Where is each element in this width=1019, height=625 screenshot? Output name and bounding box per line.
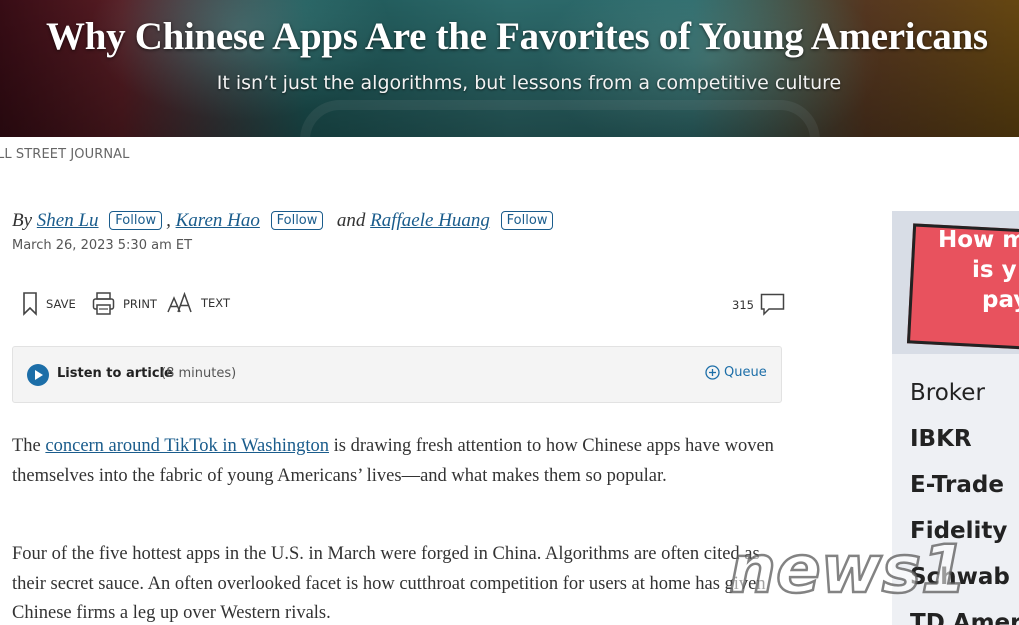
paragraph-text: The bbox=[12, 436, 46, 456]
hero-banner: Why Chinese Apps Are the Favorites of Yo… bbox=[0, 0, 1019, 137]
text-size-icon bbox=[167, 292, 192, 313]
byline: By Shen Lu Follow, Karen Hao Follow and … bbox=[12, 210, 557, 232]
play-icon[interactable] bbox=[27, 364, 49, 386]
comment-icon bbox=[760, 293, 785, 316]
watermark-text: news1 bbox=[729, 531, 967, 608]
article-subheadline: It isn’t just the algorithms, but lesson… bbox=[216, 72, 842, 94]
ad-headline-line: is y bbox=[972, 257, 1017, 283]
publication-name: LL STREET JOURNAL bbox=[0, 147, 130, 162]
byline-by: By bbox=[12, 210, 33, 231]
queue-button[interactable]: Queue bbox=[705, 365, 767, 380]
listen-duration: (8 minutes) bbox=[161, 366, 237, 381]
plus-circle-icon bbox=[705, 365, 720, 380]
byline-and: and bbox=[336, 210, 366, 231]
author-link-shen-lu[interactable]: Shen Lu bbox=[37, 210, 99, 231]
tiktok-washington-link[interactable]: concern around TikTok in Washington bbox=[45, 436, 329, 456]
save-button[interactable]: SAVE bbox=[22, 292, 76, 316]
listen-label: Listen to article bbox=[57, 366, 173, 381]
text-label: TEXT bbox=[201, 296, 230, 310]
ad-headline: How m is y pay bbox=[892, 225, 1019, 315]
ad-list-item: E-Trade bbox=[910, 472, 1004, 498]
follow-button-raffaele-huang[interactable]: Follow bbox=[500, 211, 554, 230]
queue-label: Queue bbox=[724, 365, 767, 380]
ad-list-item: IBKR bbox=[910, 426, 972, 452]
publish-date: March 26, 2023 5:30 am ET bbox=[12, 238, 193, 253]
ad-list-item: Broker bbox=[910, 380, 985, 406]
bookmark-icon bbox=[23, 292, 37, 316]
comment-count: 315 bbox=[732, 297, 754, 312]
printer-icon bbox=[92, 292, 115, 315]
follow-button-shen-lu[interactable]: Follow bbox=[109, 211, 163, 230]
follow-button-karen-hao[interactable]: Follow bbox=[270, 211, 324, 230]
print-label: PRINT bbox=[123, 297, 157, 311]
save-label: SAVE bbox=[46, 297, 76, 311]
author-link-raffaele-huang[interactable]: Raffaele Huang bbox=[370, 210, 490, 231]
ad-headline-line: pay bbox=[982, 287, 1019, 313]
text-size-button[interactable]: TEXT bbox=[167, 292, 230, 314]
listen-to-article-bar: Listen to article (8 minutes) Queue bbox=[12, 346, 782, 403]
author-link-karen-hao[interactable]: Karen Hao bbox=[176, 210, 260, 231]
news1-watermark-logo: news1 bbox=[728, 530, 968, 610]
article-paragraph: The concern around TikTok in Washington … bbox=[12, 432, 797, 491]
ad-headline-line: How m bbox=[938, 227, 1019, 253]
article-paragraph: Four of the five hottest apps in the U.S… bbox=[12, 544, 766, 623]
comments-button[interactable]: 315 bbox=[732, 293, 785, 316]
print-button[interactable]: PRINT bbox=[92, 292, 157, 316]
article-headline: Why Chinese Apps Are the Favorites of Yo… bbox=[46, 15, 988, 58]
byline-comma: , bbox=[166, 210, 171, 231]
